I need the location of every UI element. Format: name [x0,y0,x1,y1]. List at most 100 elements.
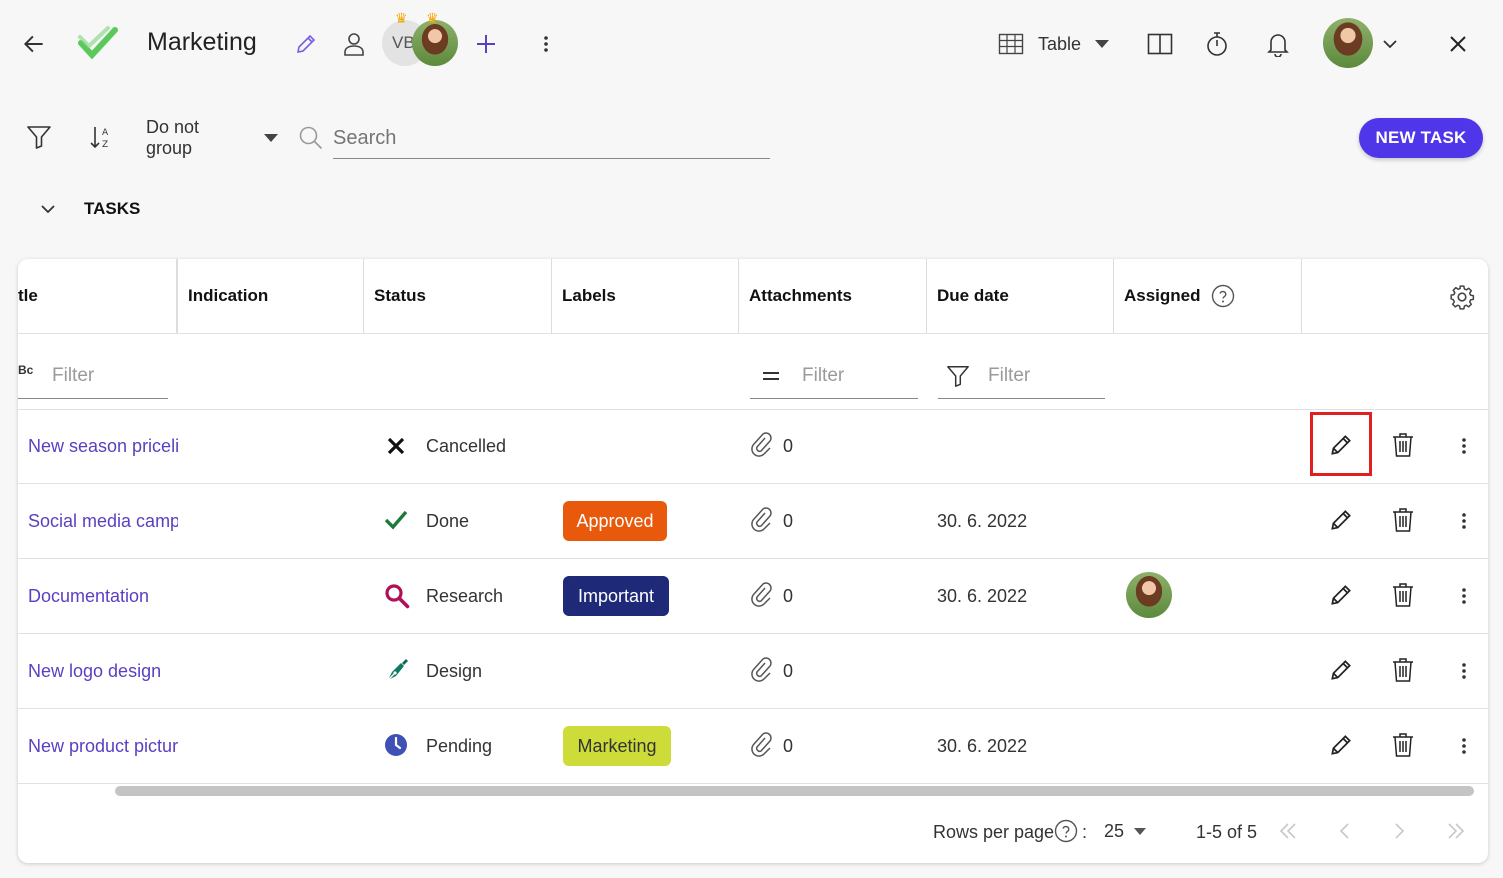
attachment-count: 0 [783,661,794,681]
column-header-attachments[interactable]: Attachments [739,259,927,333]
filter-button[interactable] [24,122,54,152]
task-title-link[interactable]: New season pricelis [28,436,178,457]
timer-button[interactable] [1201,28,1233,60]
task-title-link[interactable]: New product pictur [28,736,178,757]
more-vertical-icon [1462,588,1466,604]
close-button[interactable] [1442,28,1474,60]
columns-icon [1147,33,1173,55]
delete-task-button[interactable] [1388,655,1418,685]
edit-title-button[interactable] [290,28,322,60]
table-row: New logo design Design 0 [18,635,1488,709]
more-menu-button[interactable] [534,30,558,58]
more-vertical-icon [544,36,548,52]
page-title: Marketing [147,28,257,56]
gear-icon [1450,285,1475,310]
crown-icon: ♛ [426,10,439,26]
task-title-link[interactable]: New logo design [28,661,178,682]
previous-page-button[interactable] [1330,817,1358,845]
view-selector[interactable]: Table [998,28,1114,60]
task-title-link[interactable]: Documentation [28,586,178,607]
edit-task-button[interactable] [1326,730,1356,760]
sort-button[interactable]: AZ [86,122,116,152]
paperclip-icon [750,657,774,683]
column-header-label: Attachments [749,286,852,305]
pencil-icon [1331,735,1351,755]
delete-task-button[interactable] [1388,430,1418,460]
column-header-title[interactable]: tle [18,259,177,333]
pending-clock-icon [384,733,408,757]
attachment-count: 0 [783,586,794,606]
new-task-button[interactable]: NEW TASK [1359,118,1483,158]
rows-per-page-value: 25 [1104,820,1125,841]
attachments-filter-field[interactable]: Filter [750,353,918,399]
row-more-button[interactable] [1452,432,1476,460]
status-text: Done [426,511,470,531]
edit-task-button[interactable] [1326,430,1356,460]
task-title-link[interactable]: Social media campa [28,511,178,532]
due-date-text: 30. 6. 2022 [937,736,1028,756]
paperclip-icon [750,432,774,458]
arrow-left-icon [23,35,43,53]
last-page-button[interactable] [1442,817,1470,845]
help-circle-icon[interactable] [1211,284,1235,308]
row-more-button[interactable] [1452,582,1476,610]
edit-task-button[interactable] [1326,655,1356,685]
user-menu-toggle[interactable] [1378,32,1402,56]
due-date-filter-field[interactable]: Filter [938,353,1105,399]
column-header-due-date[interactable]: Due date [927,259,1114,333]
label-chip-approved[interactable]: Approved [563,501,667,541]
members-button[interactable] [338,28,370,60]
title-filter-field[interactable]: Filter [18,353,168,399]
row-more-button[interactable] [1452,657,1476,685]
table-grid-icon [998,33,1024,55]
sort-az-icon: AZ [90,127,109,150]
horizontal-scrollbar[interactable] [115,786,1474,796]
column-header-status[interactable]: Status [364,259,552,333]
help-circle-icon[interactable] [1054,819,1078,843]
pencil-icon [1331,585,1351,605]
group-select-value: Do not group [146,117,200,158]
notifications-button[interactable] [1262,28,1294,60]
collapse-tasks-toggle[interactable] [36,197,60,221]
search-input[interactable] [333,120,770,156]
add-member-button[interactable] [470,28,502,60]
double-chevron-right-icon [1448,823,1465,839]
label-chip-important[interactable]: Important [563,576,669,616]
group-select[interactable]: Do not group [146,117,278,158]
status-text: Pending [426,736,493,756]
due-date-text: 30. 6. 2022 [937,511,1028,531]
first-page-button[interactable] [1274,817,1302,845]
column-header-indication[interactable]: Indication [177,259,364,333]
edit-task-button[interactable] [1326,580,1356,610]
next-page-button[interactable] [1386,817,1414,845]
back-button[interactable] [18,28,50,60]
design-pen-nib-icon [384,657,410,683]
assignee-avatar[interactable] [1126,572,1172,618]
user-avatar[interactable] [1323,18,1373,68]
double-chevron-left-icon [1279,823,1296,839]
plus-icon [477,35,495,53]
delete-task-button[interactable] [1388,580,1418,610]
status-text: Cancelled [426,436,507,456]
split-view-button[interactable] [1144,28,1176,60]
row-more-button[interactable] [1452,507,1476,535]
paperclip-icon [750,507,774,533]
search-field[interactable] [333,120,770,159]
column-header-assigned[interactable]: Assigned [1114,259,1302,333]
rows-per-page-select[interactable]: 25 [1104,817,1160,845]
column-header-label: tle [18,286,38,305]
column-header-label: Status [374,286,426,305]
row-more-button[interactable] [1452,732,1476,760]
pagination-range: 1-5 of 5 [1196,822,1258,842]
attachment-count: 0 [783,436,794,456]
trash-icon [1393,733,1413,757]
table-settings-button[interactable] [1448,283,1476,311]
paperclip-icon [750,582,774,608]
delete-task-button[interactable] [1388,730,1418,760]
delete-task-button[interactable] [1388,505,1418,535]
column-header-labels[interactable]: Labels [552,259,739,333]
rows-per-page-label: Rows per page [933,822,1055,842]
label-chip-marketing[interactable]: Marketing [563,726,671,766]
more-vertical-icon [1462,438,1466,454]
edit-task-button[interactable] [1326,505,1356,535]
